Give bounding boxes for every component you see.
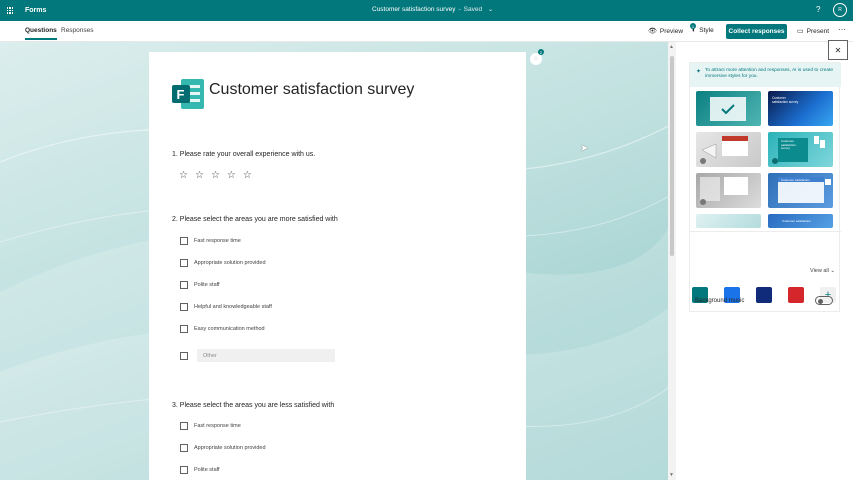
list-item[interactable]: Fast response time [180, 237, 241, 245]
sparkle-icon: ✦ [696, 69, 702, 75]
more-options-icon[interactable]: ··· [838, 25, 846, 34]
scroll-up-icon[interactable]: ▲ [669, 44, 674, 50]
insights-badge: 2 [538, 49, 544, 55]
checkbox[interactable] [180, 281, 188, 289]
scroll-down-icon[interactable]: ▼ [669, 472, 674, 478]
style-thumbnail-4[interactable]: Customer satisfaction survey [768, 132, 833, 167]
close-panel-button[interactable]: ✕ [828, 40, 848, 60]
question-3-title[interactable]: 3. Please select the areas you are less … [172, 402, 334, 409]
command-bar: Questions Responses 👁 Preview ◐ 1 Style C… [0, 21, 853, 42]
list-item[interactable]: Appropriate solution provided [180, 259, 266, 267]
style-gallery: ✦ To attract more attention and response… [689, 62, 841, 312]
checkbox[interactable] [180, 237, 188, 245]
background-music-label: Background music [695, 298, 745, 304]
monitor-icon: ▭ [797, 28, 804, 35]
rating-stars: ☆ ☆ ☆ ☆ ☆ [179, 170, 252, 181]
color-swatch-navy[interactable] [756, 287, 772, 303]
help-icon[interactable]: ? [816, 5, 820, 14]
question-2-title[interactable]: 2. Please select the areas you are more … [172, 216, 338, 223]
star-icon[interactable]: ☆ [211, 170, 220, 181]
color-swatch-red[interactable] [788, 287, 804, 303]
star-icon[interactable]: ☆ [179, 170, 188, 181]
star-icon[interactable]: ☆ [243, 170, 252, 181]
other-input[interactable]: Other [197, 349, 335, 362]
insights-button[interactable]: ◌ 2 [530, 49, 544, 65]
tab-responses[interactable]: Responses [61, 27, 94, 34]
background-music-toggle[interactable] [815, 296, 833, 305]
list-item[interactable]: Helpful and knowledgeable staff [180, 303, 272, 311]
document-title[interactable]: Customer satisfaction survey - Saved ⌄ [372, 6, 493, 13]
question-1-title[interactable]: 1. Please rate your overall experience w… [172, 151, 315, 158]
tab-questions[interactable]: Questions [25, 27, 57, 40]
forms-logo-icon: F [172, 79, 204, 109]
list-item[interactable]: Easy communication method [180, 325, 265, 333]
style-badge: 1 [690, 23, 696, 29]
scroll-thumb[interactable] [670, 56, 674, 256]
collect-responses-button[interactable]: Collect responses [726, 24, 787, 39]
checkbox[interactable] [180, 422, 188, 430]
app-launcher-button[interactable] [0, 0, 20, 21]
preview-button[interactable]: 👁 Preview [648, 27, 683, 36]
checkbox[interactable] [180, 466, 188, 474]
palette-icon: ◐ 1 [690, 23, 697, 34]
list-item[interactable]: Fast response time [180, 422, 241, 430]
style-panel: ✕ ✦ To attract more attention and respon… [676, 40, 853, 480]
style-thumbnail-7[interactable] [696, 214, 761, 228]
style-thumbnail-8[interactable]: Customer satisfaction [768, 214, 833, 228]
present-button[interactable]: ▭ Present [797, 27, 829, 36]
close-icon: ✕ [834, 45, 842, 55]
star-icon[interactable]: ☆ [195, 170, 204, 181]
checkbox[interactable] [180, 259, 188, 267]
document-title-text: Customer satisfaction survey [372, 6, 456, 13]
app-name[interactable]: Forms [25, 7, 46, 14]
list-item[interactable]: Appropriate solution provided [180, 444, 266, 452]
avatar[interactable]: R [833, 3, 847, 17]
style-thumbnail-6[interactable]: Customer satisfaction [768, 173, 833, 208]
top-app-bar: Forms Customer satisfaction survey - Sav… [0, 0, 853, 21]
style-thumbnail-1[interactable] [696, 91, 761, 126]
view-all-link[interactable]: View all ⌄ [810, 268, 835, 274]
canvas-scrollbar[interactable]: ▲ ▼ [668, 42, 676, 480]
chevron-down-icon: ⌄ [488, 7, 494, 13]
style-thumbnail-5[interactable] [696, 173, 761, 208]
style-thumbnail-2[interactable]: Customer satisfaction survey [768, 91, 833, 126]
star-icon[interactable]: ☆ [227, 170, 236, 181]
mouse-cursor-icon: ➤ [580, 143, 589, 154]
form-card: F Customer satisfaction survey 1. Please… [149, 52, 526, 480]
svg-text:F: F [177, 87, 185, 102]
form-title[interactable]: Customer satisfaction survey [209, 81, 414, 99]
list-item[interactable]: Polite staff [180, 281, 220, 289]
checkbox[interactable] [180, 351, 188, 360]
eye-icon: 👁 [648, 28, 657, 35]
chevron-down-icon: ⌄ [830, 268, 835, 274]
list-item[interactable]: Polite staff [180, 466, 220, 474]
lightbulb-icon: ◌ [534, 56, 538, 62]
waffle-icon [6, 7, 14, 14]
list-item-other[interactable]: Other [180, 349, 335, 362]
checkbox[interactable] [180, 444, 188, 452]
divider [690, 231, 841, 232]
style-button[interactable]: ◐ 1 Style [690, 23, 714, 34]
style-thumbnail-3[interactable] [696, 132, 761, 167]
ai-style-tip: ✦ To attract more attention and response… [690, 63, 841, 87]
saved-status: Saved [463, 6, 483, 13]
checkbox[interactable] [180, 325, 188, 333]
checkbox[interactable] [180, 303, 188, 311]
